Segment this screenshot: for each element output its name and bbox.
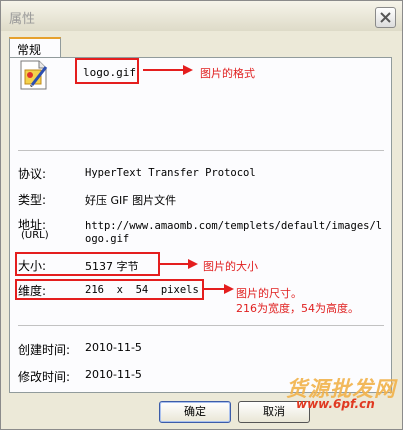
tab-general-label: 常规 [17, 43, 42, 57]
separator [18, 150, 384, 151]
dimension-value: 216 x 54 pixels [85, 284, 199, 296]
address-sublabel: (URL) [21, 230, 49, 241]
window-title: 属性 [9, 12, 36, 27]
close-icon [380, 12, 391, 23]
dimension-label: 维度: [18, 284, 47, 298]
address-value-line1: http://www.amaomb.com/templets/default/i… [85, 220, 383, 232]
size-arrow [160, 259, 198, 269]
file-name: logo.gif [83, 66, 136, 79]
dimension-arrow [204, 284, 234, 294]
close-button[interactable] [375, 7, 396, 28]
created-label: 创建时间: [18, 343, 71, 357]
modified-value: 2010-11-5 [85, 368, 142, 381]
dimension-annotation-line2: 216为宽度，54为高度。 [236, 302, 359, 315]
size-label: 大小: [18, 259, 47, 273]
tab-general[interactable]: 常规 [9, 37, 61, 57]
gif-image-file-icon [20, 60, 48, 90]
format-arrow [143, 65, 193, 75]
format-annotation: 图片的格式 [200, 67, 255, 80]
type-label: 类型: [18, 193, 47, 207]
protocol-label: 协议: [18, 167, 47, 181]
size-annotation: 图片的大小 [203, 260, 258, 273]
watermark-url: www.6pf.cn [296, 397, 375, 411]
address-value-line2: ogo.gif [85, 233, 130, 245]
modified-label: 修改时间: [18, 370, 71, 384]
created-value: 2010-11-5 [85, 341, 142, 354]
separator [18, 325, 384, 326]
protocol-value: HyperText Transfer Protocol [85, 167, 256, 179]
type-value: 好压 GIF 图片文件 [85, 194, 177, 207]
title-bar[interactable]: 属性 [1, 1, 402, 31]
size-value: 5137 字节 [85, 260, 139, 273]
dimension-annotation-line1: 图片的尺寸。 [236, 287, 302, 300]
ok-button[interactable]: 确定 [159, 401, 231, 423]
